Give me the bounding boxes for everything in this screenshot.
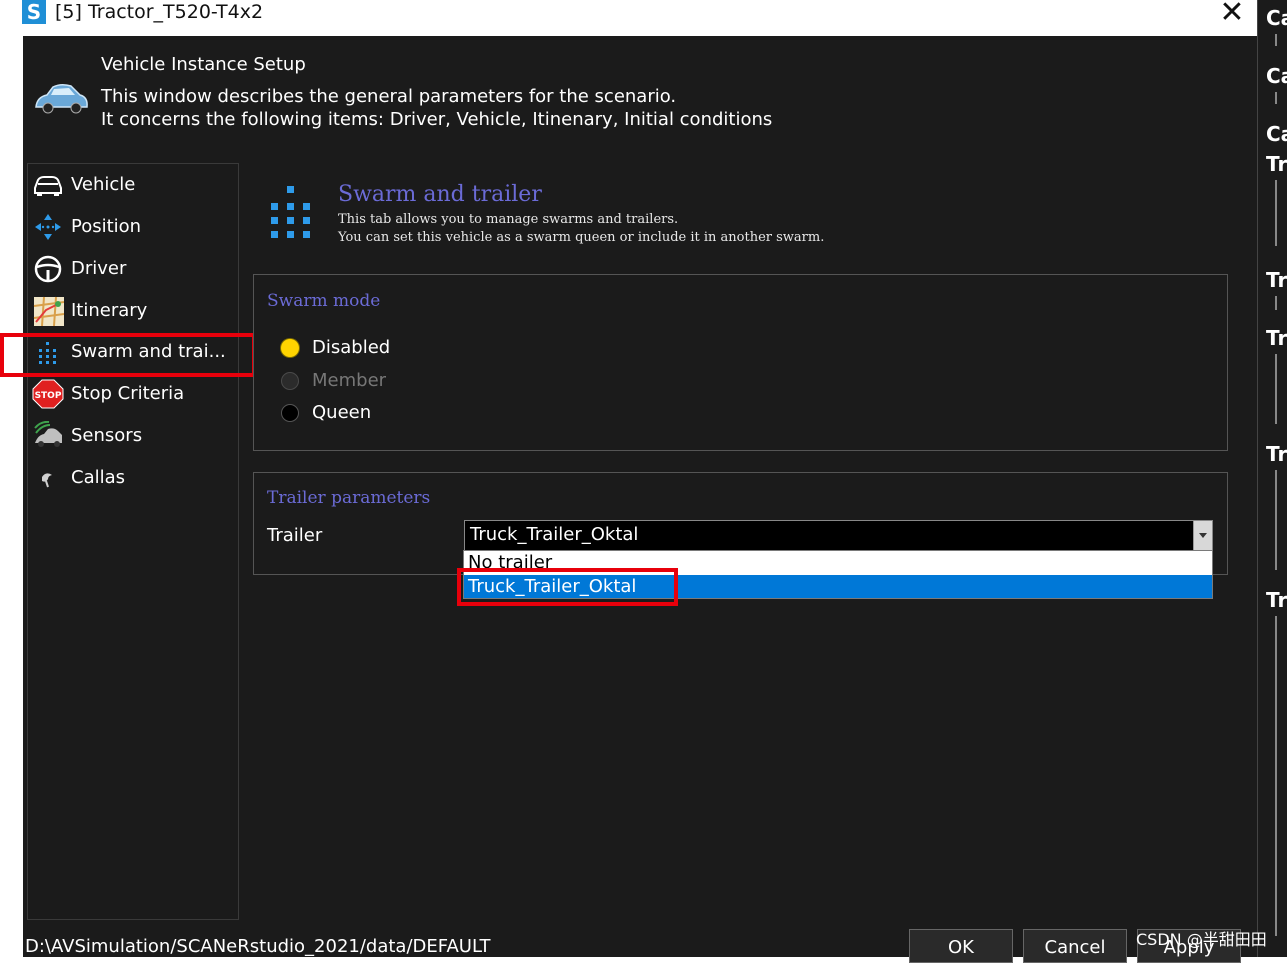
- sidebar-nav: Vehicle Position Driver Itinerary Swarm …: [27, 163, 239, 920]
- strip-line: [1275, 180, 1277, 246]
- radio-unselected-dot: [281, 404, 299, 422]
- sidebar-item-label: Sensors: [71, 425, 143, 446]
- group-title: Trailer parameters: [267, 488, 431, 508]
- dialog-header-description: This window describes the general parame…: [101, 86, 677, 107]
- dialog-header-title: Vehicle Instance Setup: [101, 54, 306, 75]
- car-icon: [34, 176, 62, 196]
- section-title: Swarm and trailer: [338, 182, 542, 207]
- close-icon[interactable]: ✕: [1215, 0, 1249, 28]
- watermark: CSDN @半甜田田: [1136, 930, 1267, 949]
- strip-line: [1275, 616, 1277, 936]
- strip-label: Tr: [1266, 442, 1287, 466]
- sidebar-item-label: Driver: [71, 258, 127, 279]
- strip-label: Ca: [1266, 122, 1287, 146]
- strip-line: [1275, 34, 1277, 46]
- annotation-highlight-box: [0, 333, 256, 377]
- move-arrows-icon: [35, 214, 61, 240]
- group-title: Swarm mode: [267, 291, 381, 311]
- trailer-label: Trailer: [267, 525, 323, 546]
- callas-icon: [42, 473, 52, 488]
- annotation-highlight-box: [457, 568, 678, 606]
- data-path: D:\AVSimulation/SCANeRstudio_2021/data/D…: [25, 936, 491, 957]
- chevron-down-icon[interactable]: [1193, 521, 1212, 550]
- vehicle-setup-dialog: Vehicle Instance Setup This window descr…: [0, 36, 1257, 963]
- radio-selected-dot: [281, 339, 299, 357]
- trailer-select[interactable]: Truck_Trailer_Oktal: [464, 520, 1213, 551]
- strip-line: [1275, 296, 1277, 310]
- sidebar-item-driver[interactable]: Driver: [28, 251, 238, 287]
- app-icon: S: [22, 0, 46, 24]
- sidebar-item-callas[interactable]: Callas: [28, 460, 238, 496]
- trailer-select-value: Truck_Trailer_Oktal: [470, 524, 639, 545]
- strip-line: [1275, 470, 1277, 570]
- car-icon: [35, 83, 88, 114]
- swarm-mode-group: Swarm mode Disabled Member Queen: [253, 274, 1228, 451]
- sidebar-item-vehicle[interactable]: Vehicle: [28, 167, 238, 203]
- strip-label: Tr: [1266, 588, 1287, 612]
- sidebar-item-position[interactable]: Position: [28, 209, 238, 245]
- sidebar-item-label: Callas: [71, 467, 126, 488]
- strip-line: [1275, 354, 1277, 424]
- sidebar-item-stop-criteria[interactable]: STOP Stop Criteria: [28, 376, 238, 412]
- sidebar-item-label: Stop Criteria: [71, 383, 185, 404]
- strip-label: Ca: [1266, 6, 1287, 30]
- sidebar-item-label: Vehicle: [71, 174, 136, 195]
- title-bar: S [5] Tractor_T520-T4x2 ✕: [0, 0, 1257, 36]
- svg-text:STOP: STOP: [35, 391, 62, 401]
- radio-label: Queen: [312, 402, 372, 423]
- stop-sign-icon: STOP: [32, 379, 64, 409]
- section-description: This tab allows you to manage swarms and…: [338, 212, 679, 227]
- sidebar-item-itinerary[interactable]: Itinerary: [28, 293, 238, 329]
- cancel-button[interactable]: Cancel: [1023, 929, 1127, 963]
- radio-disabled-dot: [281, 372, 299, 390]
- strip-label: Tr: [1266, 326, 1287, 350]
- ok-button[interactable]: OK: [909, 929, 1013, 963]
- dialog-header-description: It concerns the following items: Driver,…: [101, 109, 773, 130]
- radio-label: Disabled: [312, 337, 391, 358]
- sidebar-item-label: Itinerary: [71, 300, 148, 321]
- strip-line: [1275, 92, 1277, 104]
- sidebar-item-label: Position: [71, 216, 142, 237]
- strip-label: Tr: [1266, 268, 1287, 292]
- strip-label: Ca: [1266, 64, 1287, 88]
- sensor-icon: [34, 421, 62, 447]
- steering-wheel-icon: [34, 255, 62, 283]
- window-title: [5] Tractor_T520-T4x2: [55, 1, 264, 23]
- map-icon: [33, 296, 64, 326]
- swarm-dots-icon: [271, 186, 310, 238]
- background-window-strip: Ca Ca Ca Tr Tr Tr Tr Tr: [1257, 0, 1287, 957]
- section-description: You can set this vehicle as a swarm quee…: [338, 230, 825, 245]
- radio-label: Member: [312, 370, 387, 391]
- sidebar-item-sensors[interactable]: Sensors: [28, 418, 238, 454]
- strip-label: Tr: [1266, 152, 1287, 176]
